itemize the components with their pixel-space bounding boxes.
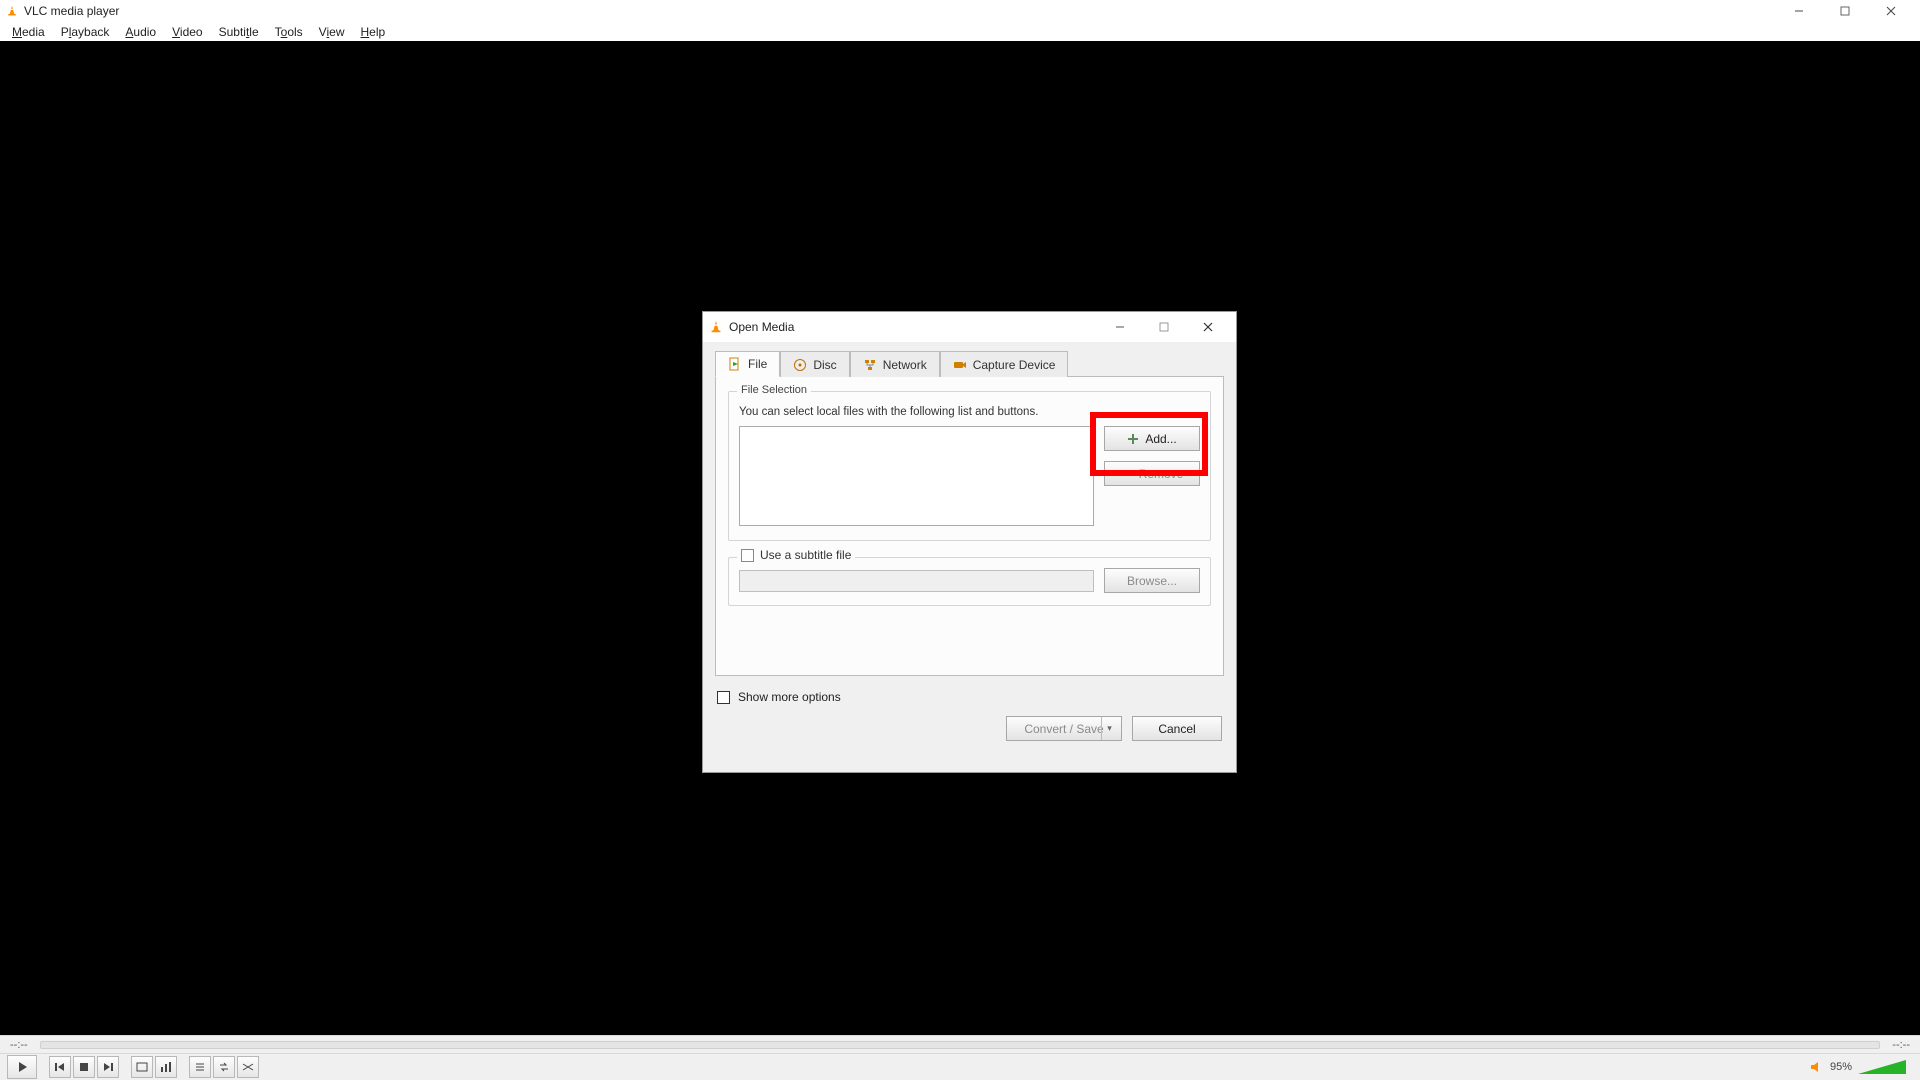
menu-tools[interactable]: Tools bbox=[267, 23, 311, 41]
file-selection-legend: File Selection bbox=[737, 384, 811, 396]
menu-media[interactable]: Media bbox=[4, 23, 53, 41]
main-minimize-button[interactable] bbox=[1776, 0, 1822, 22]
add-file-button[interactable]: Add... bbox=[1104, 426, 1200, 451]
seek-slider[interactable] bbox=[40, 1041, 1881, 1049]
loop-button[interactable] bbox=[213, 1056, 235, 1078]
volume-slider[interactable] bbox=[1858, 1060, 1906, 1074]
checkbox-icon bbox=[717, 691, 730, 704]
use-subtitle-checkbox[interactable]: Use a subtitle file bbox=[737, 548, 855, 562]
dialog-close-button[interactable] bbox=[1186, 313, 1230, 341]
volume-percent: 95% bbox=[1830, 1061, 1852, 1073]
file-selection-group: File Selection You can select local file… bbox=[728, 391, 1211, 541]
time-elapsed: --:-- bbox=[10, 1039, 28, 1051]
browse-subtitle-button[interactable]: Browse... bbox=[1104, 568, 1200, 593]
tab-network-label: Network bbox=[883, 358, 927, 372]
menu-video[interactable]: Video bbox=[164, 23, 210, 41]
tab-file-label: File bbox=[748, 357, 767, 371]
loop-icon bbox=[218, 1061, 230, 1073]
tab-file-panel: File Selection You can select local file… bbox=[715, 376, 1224, 676]
show-more-options-label: Show more options bbox=[738, 690, 841, 704]
playlist-icon bbox=[194, 1061, 206, 1073]
extended-settings-button[interactable] bbox=[155, 1056, 177, 1078]
dialog-titlebar[interactable]: Open Media bbox=[703, 312, 1236, 342]
convert-save-label: Convert / Save bbox=[1024, 722, 1103, 736]
show-more-options-checkbox[interactable]: Show more options bbox=[717, 690, 1222, 704]
next-button[interactable] bbox=[97, 1056, 119, 1078]
main-titlebar: VLC media player bbox=[0, 0, 1920, 22]
remove-file-label: Remove bbox=[1139, 467, 1184, 481]
seek-bar-row: --:-- --:-- bbox=[0, 1035, 1920, 1054]
main-window-title: VLC media player bbox=[24, 4, 119, 18]
tab-file[interactable]: File bbox=[715, 351, 780, 377]
play-icon bbox=[16, 1061, 28, 1073]
dialog-maximize-button[interactable] bbox=[1142, 313, 1186, 341]
skip-next-icon bbox=[102, 1061, 114, 1073]
main-close-button[interactable] bbox=[1868, 0, 1914, 22]
dialog-footer: Convert / Save ▾ Cancel bbox=[715, 716, 1224, 741]
tab-disc[interactable]: Disc bbox=[780, 351, 849, 377]
tab-capture[interactable]: Capture Device bbox=[940, 351, 1069, 377]
subtitle-path-field bbox=[739, 570, 1094, 592]
dialog-tabs: File Disc Network Capture Device bbox=[715, 350, 1224, 376]
previous-button[interactable] bbox=[49, 1056, 71, 1078]
plus-icon bbox=[1127, 433, 1139, 445]
disc-icon bbox=[793, 358, 807, 372]
play-button[interactable] bbox=[7, 1055, 37, 1079]
transport-controls: 95% bbox=[0, 1054, 1920, 1080]
file-list[interactable] bbox=[739, 426, 1094, 526]
tab-disc-label: Disc bbox=[813, 358, 836, 372]
tab-capture-label: Capture Device bbox=[973, 358, 1056, 372]
time-total: --:-- bbox=[1892, 1039, 1910, 1051]
browse-subtitle-label: Browse... bbox=[1127, 574, 1177, 588]
menu-view[interactable]: View bbox=[311, 23, 353, 41]
menu-help[interactable]: Help bbox=[352, 23, 393, 41]
menu-audio[interactable]: Audio bbox=[117, 23, 164, 41]
checkbox-icon bbox=[741, 549, 754, 562]
subtitle-group: Use a subtitle file Browse... bbox=[728, 557, 1211, 606]
volume-area: 95% bbox=[1810, 1060, 1914, 1074]
dropdown-caret-icon[interactable]: ▾ bbox=[1101, 717, 1117, 740]
equalizer-icon bbox=[160, 1061, 172, 1073]
skip-previous-icon bbox=[54, 1061, 66, 1073]
main-maximize-button[interactable] bbox=[1822, 0, 1868, 22]
fullscreen-icon bbox=[136, 1061, 148, 1073]
cancel-label: Cancel bbox=[1158, 722, 1195, 736]
add-file-label: Add... bbox=[1145, 432, 1176, 446]
vlc-cone-icon bbox=[6, 5, 18, 17]
menubar: Media Playback Audio Video Subtitle Tool… bbox=[0, 22, 1920, 41]
network-icon bbox=[863, 358, 877, 372]
stop-button[interactable] bbox=[73, 1056, 95, 1078]
dialog-body: File Disc Network Capture Device File Se… bbox=[703, 342, 1236, 753]
remove-file-button[interactable]: Remove bbox=[1104, 461, 1200, 486]
file-selection-hint: You can select local files with the foll… bbox=[739, 406, 1200, 418]
fullscreen-button[interactable] bbox=[131, 1056, 153, 1078]
open-media-dialog: Open Media File Disc Network bbox=[702, 311, 1237, 773]
vlc-cone-icon bbox=[709, 320, 723, 334]
menu-subtitle[interactable]: Subtitle bbox=[211, 23, 267, 41]
stop-icon bbox=[78, 1061, 90, 1073]
cancel-button[interactable]: Cancel bbox=[1132, 716, 1222, 741]
speaker-icon[interactable] bbox=[1810, 1060, 1824, 1074]
file-icon bbox=[728, 357, 742, 371]
convert-save-button[interactable]: Convert / Save ▾ bbox=[1006, 716, 1122, 741]
playlist-button[interactable] bbox=[189, 1056, 211, 1078]
tab-network[interactable]: Network bbox=[850, 351, 940, 377]
capture-device-icon bbox=[953, 358, 967, 372]
menu-playback[interactable]: Playback bbox=[53, 23, 118, 41]
dialog-minimize-button[interactable] bbox=[1098, 313, 1142, 341]
shuffle-icon bbox=[242, 1061, 254, 1073]
dialog-title: Open Media bbox=[729, 320, 794, 334]
random-button[interactable] bbox=[237, 1056, 259, 1078]
minus-icon bbox=[1121, 468, 1133, 480]
use-subtitle-label: Use a subtitle file bbox=[760, 548, 851, 562]
